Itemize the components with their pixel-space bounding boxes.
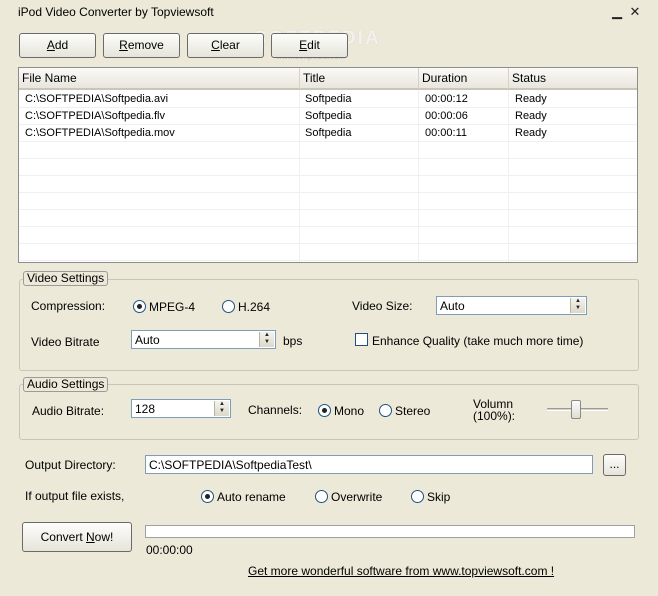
minimize-icon[interactable]: ▁ xyxy=(608,3,626,21)
spin-updown-icon[interactable]: ▲ ▼ xyxy=(214,401,229,416)
clear-button[interactable]: Clear xyxy=(187,33,264,58)
cell-status: Ready xyxy=(515,127,547,139)
volume-label: Volumn (100%): xyxy=(473,398,515,422)
file-list-header: File Name Title Duration Status xyxy=(19,68,637,90)
spin-down-icon: ▼ xyxy=(264,339,270,345)
window-title: iPod Video Converter by Topviewsoft xyxy=(18,5,214,19)
spin-up-icon: ▲ xyxy=(575,298,581,304)
radio-h264[interactable] xyxy=(222,300,235,313)
video-settings-group xyxy=(19,279,639,371)
compression-label: Compression: xyxy=(31,299,106,313)
cell-status: Ready xyxy=(515,110,547,122)
cell-file-name: C:\SOFTPEDIA\Softpedia.avi xyxy=(25,93,169,105)
table-row-empty xyxy=(19,176,637,193)
cell-title: Softpedia xyxy=(305,110,352,122)
radio-stereo[interactable] xyxy=(379,404,392,417)
column-status[interactable]: Status xyxy=(509,68,637,89)
radio-mpeg4[interactable] xyxy=(133,300,146,313)
edit-button[interactable]: Edit xyxy=(271,33,348,58)
radio-skip[interactable] xyxy=(411,490,424,503)
cell-duration: 00:00:11 xyxy=(425,127,468,139)
cell-status: Ready xyxy=(515,93,547,105)
column-file-name[interactable]: File Name xyxy=(19,68,300,89)
table-row-empty xyxy=(19,193,637,210)
radio-h264-label[interactable]: H.264 xyxy=(238,300,270,314)
enhance-quality-checkbox[interactable] xyxy=(355,333,368,346)
radio-skip-label[interactable]: Skip xyxy=(427,490,450,504)
table-row[interactable]: C:\SOFTPEDIA\Softpedia.flv Softpedia 00:… xyxy=(19,108,637,125)
radio-stereo-label[interactable]: Stereo xyxy=(395,404,430,418)
remove-rest: emove xyxy=(127,38,164,52)
convert-accel: N xyxy=(86,530,95,544)
video-settings-label: Video Settings xyxy=(23,271,109,286)
spin-up-icon: ▲ xyxy=(219,401,225,407)
table-row-empty xyxy=(19,159,637,176)
audio-bitrate-select[interactable]: 128 ▲ ▼ xyxy=(131,399,231,418)
output-directory-field[interactable]: C:\SOFTPEDIA\SoftpediaTest\ xyxy=(145,455,593,474)
close-icon[interactable]: ✕ xyxy=(626,3,644,21)
website-link[interactable]: Get more wonderful software from www.top… xyxy=(248,564,554,578)
radio-mono[interactable] xyxy=(318,404,331,417)
clear-accel: C xyxy=(211,38,220,52)
convert-pre: Convert xyxy=(40,530,86,544)
spin-updown-icon[interactable]: ▲ ▼ xyxy=(570,298,585,313)
radio-auto-rename[interactable] xyxy=(201,490,214,503)
video-size-value: Auto xyxy=(440,299,465,313)
convert-rest: ow! xyxy=(94,530,114,544)
spin-up-icon: ▲ xyxy=(264,332,270,338)
remove-accel: R xyxy=(119,38,128,52)
edit-rest: dit xyxy=(307,38,320,52)
radio-overwrite-label[interactable]: Overwrite xyxy=(331,490,382,504)
table-row-empty xyxy=(19,210,637,227)
add-accel: A xyxy=(46,38,55,52)
video-size-select[interactable]: Auto ▲ ▼ xyxy=(436,296,587,315)
column-title[interactable]: Title xyxy=(300,68,419,89)
cell-title: Softpedia xyxy=(305,93,352,105)
title-bar: iPod Video Converter by Topviewsoft ▁ ✕ xyxy=(0,0,658,26)
audio-bitrate-label: Audio Bitrate: xyxy=(32,404,105,418)
edit-accel: E xyxy=(299,38,308,52)
table-row-empty xyxy=(19,227,637,244)
cell-duration: 00:00:12 xyxy=(425,93,468,105)
table-row-empty xyxy=(19,244,637,261)
channels-label: Channels: xyxy=(248,403,303,417)
remove-button[interactable]: Remove xyxy=(103,33,180,58)
column-duration[interactable]: Duration xyxy=(419,68,509,89)
table-row-empty xyxy=(19,142,637,159)
radio-mpeg4-label[interactable]: MPEG-4 xyxy=(149,300,195,314)
volume-label-line2: (100%): xyxy=(473,409,516,423)
clear-rest: lear xyxy=(219,38,240,52)
table-row[interactable]: C:\SOFTPEDIA\Softpedia.avi Softpedia 00:… xyxy=(19,91,637,108)
browse-button[interactable]: ... xyxy=(603,454,626,476)
elapsed-time: 00:00:00 xyxy=(146,543,193,557)
cell-file-name: C:\SOFTPEDIA\Softpedia.flv xyxy=(25,110,165,122)
video-bitrate-select[interactable]: Auto ▲ ▼ xyxy=(131,330,276,349)
progress-bar xyxy=(145,525,635,538)
bitrate-unit: bps xyxy=(283,334,303,348)
add-button[interactable]: Add xyxy=(19,33,96,58)
cell-title: Softpedia xyxy=(305,127,352,139)
video-bitrate-value: Auto xyxy=(135,333,160,347)
output-directory-value: C:\SOFTPEDIA\SoftpediaTest\ xyxy=(149,458,312,472)
radio-auto-rename-label[interactable]: Auto rename xyxy=(217,490,286,504)
output-directory-label: Output Directory: xyxy=(25,458,116,472)
enhance-quality-label[interactable]: Enhance Quality (take much more time) xyxy=(372,334,583,348)
volume-slider-thumb[interactable] xyxy=(571,400,581,419)
file-list[interactable]: File Name Title Duration Status C:\SOFTP… xyxy=(18,67,638,263)
table-row[interactable]: C:\SOFTPEDIA\Softpedia.mov Softpedia 00:… xyxy=(19,125,637,142)
video-size-label: Video Size: xyxy=(352,299,413,313)
spin-down-icon: ▼ xyxy=(575,305,581,311)
convert-now-button[interactable]: Convert Now! xyxy=(22,522,132,552)
audio-settings-label: Audio Settings xyxy=(23,377,109,392)
video-bitrate-label: Video Bitrate xyxy=(31,335,100,349)
file-exists-label: If output file exists, xyxy=(25,489,125,503)
cell-file-name: C:\SOFTPEDIA\Softpedia.mov xyxy=(25,127,175,139)
spin-down-icon: ▼ xyxy=(219,408,225,414)
audio-bitrate-value: 128 xyxy=(135,402,156,416)
radio-mono-label[interactable]: Mono xyxy=(334,404,364,418)
cell-duration: 00:00:06 xyxy=(425,110,468,122)
spin-updown-icon[interactable]: ▲ ▼ xyxy=(259,332,274,347)
add-rest: dd xyxy=(54,38,69,52)
radio-overwrite[interactable] xyxy=(315,490,328,503)
